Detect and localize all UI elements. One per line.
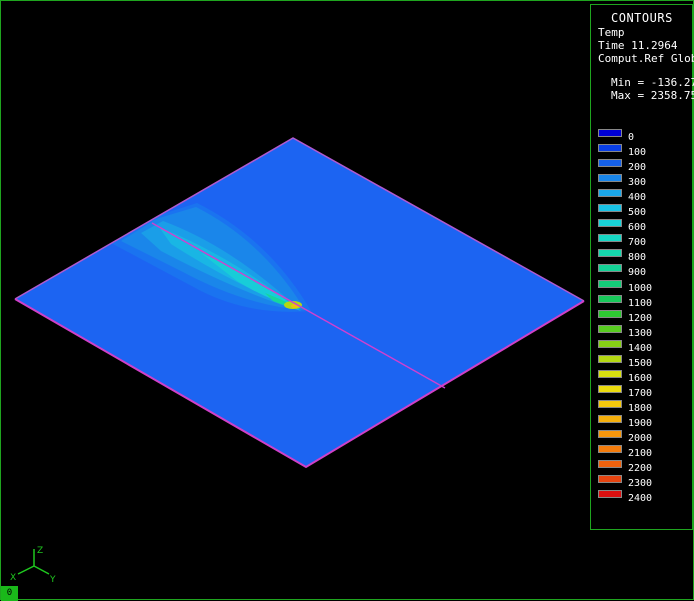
axis-z-label: Z xyxy=(37,546,43,556)
scale-level-1800: 1800 xyxy=(597,398,692,414)
view-number-badge[interactable]: 0 xyxy=(1,586,18,601)
scale-swatch xyxy=(598,490,622,499)
scale-level-0: 0 xyxy=(597,127,692,143)
scale-label: 2400 xyxy=(628,493,653,505)
scale-swatch xyxy=(598,204,622,213)
scale-level-500: 500 xyxy=(597,202,692,218)
axis-triad: Z X Y xyxy=(10,546,56,583)
scale-level-2100: 2100 xyxy=(597,443,692,459)
scale-swatch xyxy=(598,234,622,243)
scale-swatch xyxy=(598,369,622,378)
scale-swatch xyxy=(598,384,622,393)
scale-swatch xyxy=(598,249,622,258)
scale-swatch xyxy=(598,460,622,469)
scale-swatch xyxy=(598,309,622,318)
legend-min-value: Min = -136.271 xyxy=(611,76,694,89)
scale-swatch xyxy=(598,339,622,348)
scale-level-1500: 1500 xyxy=(597,353,692,369)
scale-level-2200: 2200 xyxy=(597,458,692,474)
contour-legend-panel: CONTOURS Temp Time 11.2964 Comput.Ref Gl… xyxy=(590,4,694,530)
scale-swatch xyxy=(598,324,622,333)
scale-level-1700: 1700 xyxy=(597,383,692,399)
scale-level-1100: 1100 xyxy=(597,293,692,309)
graphics-viewport[interactable]: CONTOURS Temp Time 11.2964 Comput.Ref Gl… xyxy=(0,0,694,601)
scale-level-1600: 1600 xyxy=(597,368,692,384)
scale-swatch xyxy=(598,144,622,153)
scale-swatch xyxy=(598,475,622,484)
scale-swatch xyxy=(598,430,622,438)
scale-swatch xyxy=(598,264,622,273)
scale-level-1400: 1400 xyxy=(597,338,692,354)
scale-swatch xyxy=(598,354,622,363)
scale-swatch xyxy=(598,294,622,303)
legend-title: CONTOURS xyxy=(611,11,673,25)
scale-level-1300: 1300 xyxy=(597,323,692,339)
scale-swatch xyxy=(598,399,622,408)
scale-swatch xyxy=(598,159,622,168)
axis-y-label: Y xyxy=(49,575,56,583)
scale-level-2400: 2400 xyxy=(597,488,692,505)
scale-swatch xyxy=(598,174,622,183)
scale-level-1000: 1000 xyxy=(597,278,692,294)
legend-time: Time 11.2964 xyxy=(598,39,678,52)
scale-level-900: 900 xyxy=(597,262,692,278)
scale-swatch xyxy=(598,129,622,137)
scale-level-2300: 2300 xyxy=(597,473,692,489)
scale-level-800: 800 xyxy=(597,247,692,263)
scale-swatch xyxy=(598,189,622,198)
scale-level-200: 200 xyxy=(597,157,692,173)
scale-swatch xyxy=(598,414,622,423)
scale-level-300: 300 xyxy=(597,172,692,188)
scale-level-1900: 1900 xyxy=(597,413,692,429)
scale-level-600: 600 xyxy=(597,217,692,233)
legend-reference: Comput.Ref Global xyxy=(598,52,694,65)
scale-level-2000: 2000 xyxy=(597,428,692,444)
scale-swatch xyxy=(598,279,622,288)
legend-variable: Temp xyxy=(598,26,625,39)
axis-x-label: X xyxy=(10,573,16,583)
scale-level-1200: 1200 xyxy=(597,308,692,324)
scale-level-700: 700 xyxy=(597,232,692,248)
legend-max-value: Max = 2358.75 xyxy=(611,89,694,102)
scale-swatch xyxy=(598,445,622,454)
scale-level-400: 400 xyxy=(597,187,692,203)
scale-swatch xyxy=(598,219,622,228)
scale-level-100: 100 xyxy=(597,142,692,158)
